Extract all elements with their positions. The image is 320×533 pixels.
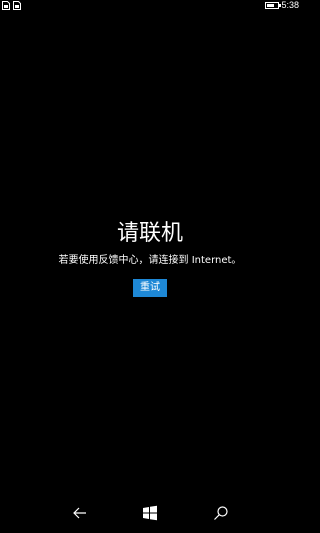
search-icon[interactable] — [213, 505, 229, 521]
retry-button[interactable]: 重试 — [133, 279, 167, 297]
offline-panel: 请联机 若要使用反馈中心，请连接到 Internet。 重试 — [0, 220, 300, 297]
back-arrow-icon[interactable] — [72, 505, 88, 521]
navigation-bar — [0, 493, 300, 533]
sim-card-icon — [2, 1, 10, 10]
windows-start-icon[interactable] — [142, 505, 158, 521]
status-time: 5:38 — [281, 0, 299, 10]
battery-icon — [265, 2, 282, 9]
sim-card-icon — [13, 1, 21, 10]
page-title: 请联机 — [116, 221, 183, 246]
battery-level — [267, 4, 275, 7]
offline-message: 若要使用反馈中心，请连接到 Internet。 — [58, 255, 242, 266]
status-bar: 5:38 — [0, 0, 300, 11]
